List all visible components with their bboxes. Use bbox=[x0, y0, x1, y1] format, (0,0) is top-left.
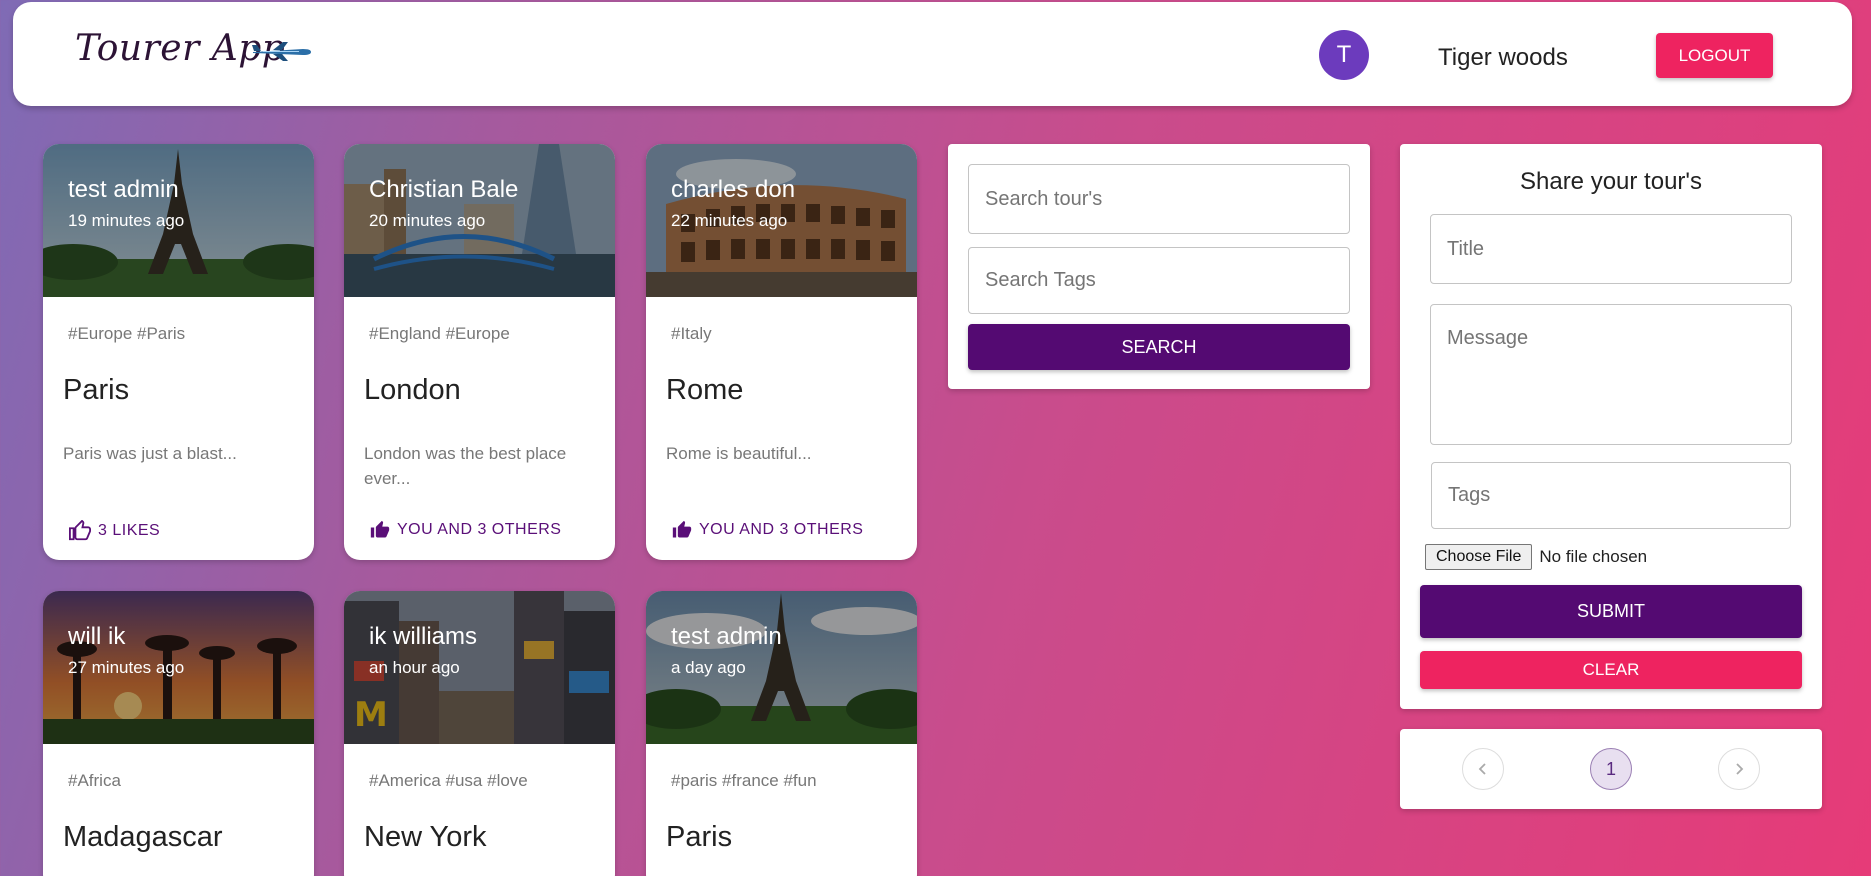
card-tags: #Africa bbox=[68, 771, 121, 790]
card-author: charles don bbox=[671, 176, 796, 203]
card-title: New York bbox=[364, 821, 487, 853]
search-button[interactable]: SEARCH bbox=[968, 324, 1350, 370]
chevron-right-icon bbox=[1736, 763, 1744, 775]
card-time: a day ago bbox=[671, 658, 746, 677]
search-tours-input[interactable] bbox=[968, 164, 1350, 234]
form-heading: Share your tour's bbox=[1519, 168, 1702, 195]
pagination: 1 bbox=[1400, 729, 1822, 809]
card-image: test admin 19 minutes ago bbox=[43, 144, 314, 297]
like-button[interactable]: YOU AND 3 OTHERS bbox=[369, 520, 561, 540]
card-title: London bbox=[364, 374, 461, 406]
card-author: will ik bbox=[68, 623, 126, 650]
card-author: ik williams bbox=[369, 623, 477, 650]
tour-card[interactable]: Christian Bale 20 minutes ago #England #… bbox=[344, 144, 615, 560]
user-avatar[interactable]: T bbox=[1319, 30, 1369, 80]
card-time: 20 minutes ago bbox=[369, 211, 486, 230]
thumb-up-icon bbox=[370, 520, 390, 538]
card-tags: #England #Europe bbox=[369, 324, 510, 343]
next-page-button[interactable] bbox=[1718, 748, 1760, 790]
card-image: Christian Bale 20 minutes ago bbox=[344, 144, 615, 297]
title-input[interactable] bbox=[1430, 214, 1792, 284]
card-author: test admin bbox=[68, 176, 179, 203]
app-bar: Tourer App T Tiger woods LOGOUT bbox=[13, 2, 1852, 106]
card-image: M ik williams an hour ago bbox=[344, 591, 615, 744]
card-title: Rome bbox=[666, 374, 744, 406]
clear-button[interactable]: CLEAR bbox=[1420, 651, 1802, 689]
card-title: Paris bbox=[666, 821, 733, 853]
search-panel: SEARCH bbox=[948, 144, 1370, 389]
airplane-icon bbox=[252, 42, 311, 61]
thumb-up-icon bbox=[672, 520, 692, 538]
card-tags: #America #usa #love bbox=[369, 771, 528, 790]
submit-button[interactable]: SUBMIT bbox=[1420, 585, 1802, 638]
search-tags-input[interactable] bbox=[968, 247, 1350, 314]
message-textarea[interactable] bbox=[1430, 304, 1792, 445]
file-status: No file chosen bbox=[1539, 547, 1648, 566]
share-tour-form: Share your tour's Choose File No file ch… bbox=[1400, 144, 1822, 709]
card-title: Paris bbox=[63, 374, 130, 406]
thumb-up-outline-icon bbox=[69, 520, 91, 541]
like-count: YOU AND 3 OTHERS bbox=[699, 521, 864, 538]
card-time: 19 minutes ago bbox=[68, 211, 185, 230]
like-button[interactable]: YOU AND 3 OTHERS bbox=[671, 520, 863, 540]
like-count: 3 LIKES bbox=[98, 522, 161, 539]
page-1-button[interactable]: 1 bbox=[1590, 748, 1632, 790]
tour-card[interactable]: test admin 19 minutes ago #Europe #Paris… bbox=[43, 144, 314, 560]
card-tags: #Italy bbox=[671, 324, 712, 343]
tags-input[interactable] bbox=[1431, 462, 1791, 529]
file-upload: Choose File No file chosen bbox=[1425, 544, 1647, 570]
card-tags: #paris #france #fun bbox=[671, 771, 817, 790]
tour-card[interactable]: will ik 27 minutes ago #Africa Madagasca… bbox=[43, 591, 314, 876]
like-button[interactable]: 3 LIKES bbox=[68, 520, 160, 542]
card-time: 27 minutes ago bbox=[68, 658, 185, 677]
user-name: Tiger woods bbox=[1438, 44, 1568, 71]
card-image: test admin a day ago bbox=[646, 591, 917, 744]
chevron-left-icon bbox=[1478, 763, 1486, 775]
card-author: Christian Bale bbox=[369, 176, 519, 203]
card-image: charles don 22 minutes ago bbox=[646, 144, 917, 297]
card-title: Madagascar bbox=[63, 821, 223, 853]
logout-button[interactable]: LOGOUT bbox=[1656, 33, 1773, 78]
card-message: Paris was just a blast... bbox=[63, 444, 237, 463]
card-author: test admin bbox=[671, 623, 782, 650]
tour-card[interactable]: M ik williams an hour ago #America #usa … bbox=[344, 591, 615, 876]
previous-page-button[interactable] bbox=[1462, 748, 1504, 790]
tour-card[interactable]: charles don 22 minutes ago #Italy Rome R… bbox=[646, 144, 917, 560]
card-message: London was the best place ever... bbox=[364, 444, 567, 488]
tour-card[interactable]: test admin a day ago #paris #france #fun… bbox=[646, 591, 917, 876]
card-time: an hour ago bbox=[369, 658, 460, 677]
card-message: Rome is beautiful... bbox=[666, 444, 812, 463]
card-image: will ik 27 minutes ago bbox=[43, 591, 314, 744]
card-tags: #Europe #Paris bbox=[68, 324, 186, 343]
card-time: 22 minutes ago bbox=[671, 211, 788, 230]
like-count: YOU AND 3 OTHERS bbox=[397, 521, 562, 538]
choose-file-button[interactable]: Choose File bbox=[1425, 544, 1533, 570]
